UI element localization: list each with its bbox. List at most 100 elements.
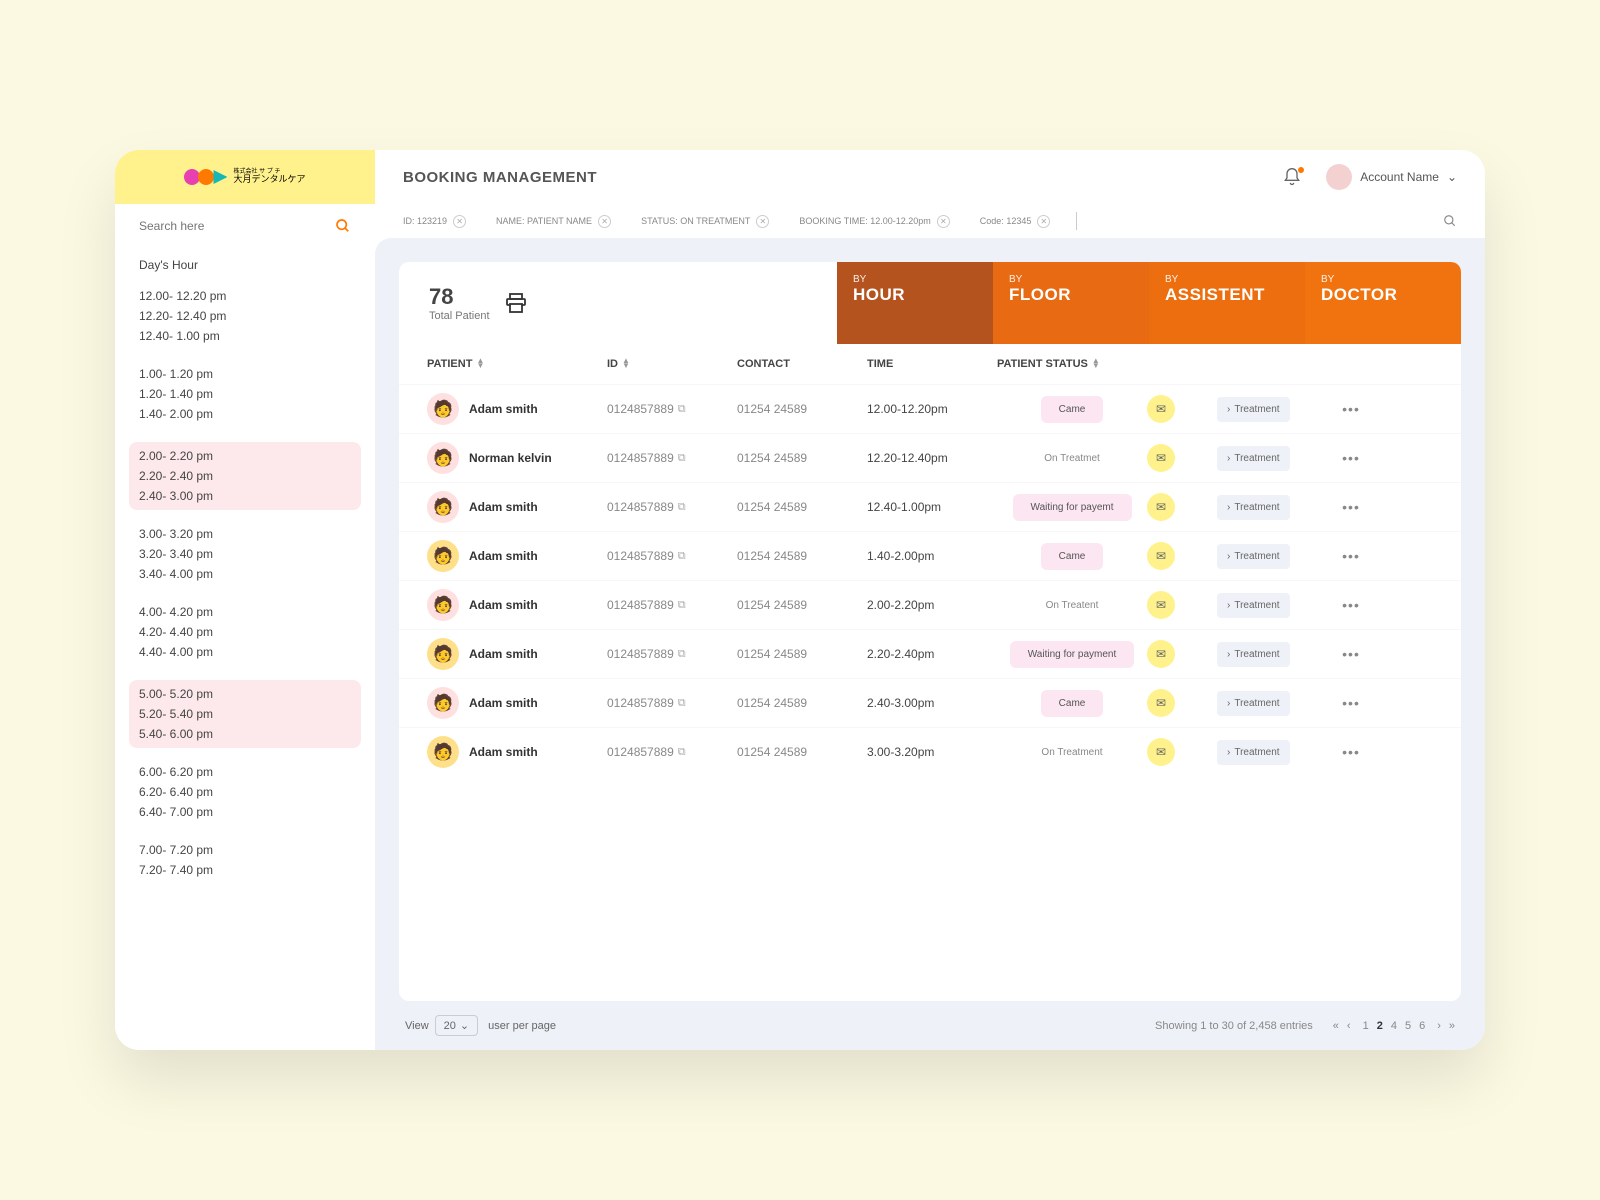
hour-slot[interactable]: 4.40- 4.00 pm xyxy=(139,642,351,662)
th-id[interactable]: ID▲▼ xyxy=(607,358,737,370)
per-page-select[interactable]: 20⌄ xyxy=(435,1015,478,1036)
pager-page[interactable]: 6 xyxy=(1419,1020,1425,1032)
hour-slot[interactable]: 7.20- 7.40 pm xyxy=(139,860,351,880)
mail-icon[interactable]: ✉ xyxy=(1147,493,1175,521)
print-icon[interactable] xyxy=(504,291,528,315)
more-icon[interactable]: ••• xyxy=(1327,499,1375,515)
copy-icon[interactable]: ⧉ xyxy=(678,550,686,563)
hour-slot[interactable]: 5.40- 6.00 pm xyxy=(139,724,351,744)
copy-icon[interactable]: ⧉ xyxy=(678,746,686,759)
tab-floor[interactable]: BYFLOOR xyxy=(993,262,1149,344)
cell-status: On Treatmet xyxy=(997,453,1147,464)
hour-slot[interactable]: 3.40- 4.00 pm xyxy=(139,564,351,584)
cell-id: 0124857889 ⧉ xyxy=(607,745,737,759)
search-input[interactable] xyxy=(139,219,335,233)
copy-icon[interactable]: ⧉ xyxy=(678,501,686,514)
pager-first-icon[interactable]: « xyxy=(1333,1020,1339,1032)
search-icon[interactable] xyxy=(335,218,351,234)
hour-group[interactable]: 3.00- 3.20 pm3.20- 3.40 pm3.40- 4.00 pm xyxy=(139,524,351,584)
treatment-button[interactable]: › Treatment xyxy=(1217,691,1290,716)
th-patient[interactable]: PATIENT▲▼ xyxy=(427,358,607,370)
chip-close-icon[interactable]: ✕ xyxy=(756,215,769,228)
hour-slot[interactable]: 2.00- 2.20 pm xyxy=(139,446,351,466)
logo[interactable]: 株式会社 サ プ チ 大月デンタルケア xyxy=(115,150,375,204)
more-icon[interactable]: ••• xyxy=(1327,646,1375,662)
hour-slot[interactable]: 5.00- 5.20 pm xyxy=(139,684,351,704)
hour-slot[interactable]: 3.20- 3.40 pm xyxy=(139,544,351,564)
th-status[interactable]: PATIENT STATUS▲▼ xyxy=(997,358,1147,370)
pager-page[interactable]: 2 xyxy=(1377,1020,1383,1032)
pager-next-icon[interactable]: › xyxy=(1437,1020,1441,1032)
bell-icon[interactable] xyxy=(1282,167,1302,187)
treatment-button[interactable]: › Treatment xyxy=(1217,544,1290,569)
patient-name: Adam smith xyxy=(469,745,538,759)
hour-slot[interactable]: 5.20- 5.40 pm xyxy=(139,704,351,724)
copy-icon[interactable]: ⧉ xyxy=(678,697,686,710)
copy-icon[interactable]: ⧉ xyxy=(678,599,686,612)
hour-slot[interactable]: 12.00- 12.20 pm xyxy=(139,286,351,306)
copy-icon[interactable]: ⧉ xyxy=(678,403,686,416)
hour-group[interactable]: 1.00- 1.20 pm1.20- 1.40 pm1.40- 2.00 pm xyxy=(139,364,351,424)
pager-last-icon[interactable]: » xyxy=(1449,1020,1455,1032)
hour-slot[interactable]: 2.20- 2.40 pm xyxy=(139,466,351,486)
copy-icon[interactable]: ⧉ xyxy=(678,648,686,661)
treatment-button[interactable]: › Treatment xyxy=(1217,495,1290,520)
treatment-button[interactable]: › Treatment xyxy=(1217,642,1290,667)
pager-prev-icon[interactable]: ‹ xyxy=(1347,1020,1351,1032)
hour-slot[interactable]: 1.40- 2.00 pm xyxy=(139,404,351,424)
hour-slot[interactable]: 4.20- 4.40 pm xyxy=(139,622,351,642)
treatment-button[interactable]: › Treatment xyxy=(1217,740,1290,765)
hour-group[interactable]: 5.00- 5.20 pm5.20- 5.40 pm5.40- 6.00 pm xyxy=(129,680,361,748)
th-contact: CONTACT xyxy=(737,358,867,370)
copy-icon[interactable]: ⧉ xyxy=(678,452,686,465)
cell-patient: 🧑 Adam smith xyxy=(427,491,607,523)
more-icon[interactable]: ••• xyxy=(1327,450,1375,466)
more-icon[interactable]: ••• xyxy=(1327,548,1375,564)
more-icon[interactable]: ••• xyxy=(1327,744,1375,760)
chip-close-icon[interactable]: ✕ xyxy=(1037,215,1050,228)
hour-slot[interactable]: 6.20- 6.40 pm xyxy=(139,782,351,802)
hour-slot[interactable]: 2.40- 3.00 pm xyxy=(139,486,351,506)
more-icon[interactable]: ••• xyxy=(1327,401,1375,417)
hour-group[interactable]: 6.00- 6.20 pm6.20- 6.40 pm6.40- 7.00 pm xyxy=(139,762,351,822)
pager-page[interactable]: 1 xyxy=(1363,1020,1369,1032)
hour-slot[interactable]: 4.00- 4.20 pm xyxy=(139,602,351,622)
pager-page[interactable]: 4 xyxy=(1391,1020,1397,1032)
hour-group[interactable]: 12.00- 12.20 pm12.20- 12.40 pm12.40- 1.0… xyxy=(139,286,351,346)
mail-icon[interactable]: ✉ xyxy=(1147,640,1175,668)
hour-slot[interactable]: 6.00- 6.20 pm xyxy=(139,762,351,782)
account-menu[interactable]: Account Name ⌄ xyxy=(1326,164,1457,190)
hour-slot[interactable]: 12.20- 12.40 pm xyxy=(139,306,351,326)
treatment-button[interactable]: › Treatment xyxy=(1217,397,1290,422)
mail-icon[interactable]: ✉ xyxy=(1147,542,1175,570)
filter-search-icon[interactable] xyxy=(1443,214,1457,228)
hour-group[interactable]: 2.00- 2.20 pm2.20- 2.40 pm2.40- 3.00 pm xyxy=(129,442,361,510)
tab-hour[interactable]: BYHOUR xyxy=(837,262,993,344)
mail-icon[interactable]: ✉ xyxy=(1147,591,1175,619)
treatment-button[interactable]: › Treatment xyxy=(1217,593,1290,618)
hour-slot[interactable]: 7.00- 7.20 pm xyxy=(139,840,351,860)
hour-slot[interactable]: 6.40- 7.00 pm xyxy=(139,802,351,822)
more-icon[interactable]: ••• xyxy=(1327,597,1375,613)
mail-icon[interactable]: ✉ xyxy=(1147,444,1175,472)
hour-slot[interactable]: 3.00- 3.20 pm xyxy=(139,524,351,544)
tab-assistent[interactable]: BYASSISTENT xyxy=(1149,262,1305,344)
hour-slot[interactable]: 12.40- 1.00 pm xyxy=(139,326,351,346)
hour-group[interactable]: 4.00- 4.20 pm4.20- 4.40 pm4.40- 4.00 pm xyxy=(139,602,351,662)
treatment-button[interactable]: › Treatment xyxy=(1217,446,1290,471)
chip-close-icon[interactable]: ✕ xyxy=(937,215,950,228)
tab-doctor[interactable]: BYDOCTOR xyxy=(1305,262,1461,344)
mail-icon[interactable]: ✉ xyxy=(1147,738,1175,766)
pager-page[interactable]: 5 xyxy=(1405,1020,1411,1032)
content: 78 Total Patient BYHOUR BYFLOOR BYASSIST… xyxy=(375,238,1485,1050)
hour-group[interactable]: 7.00- 7.20 pm7.20- 7.40 pm xyxy=(139,840,351,880)
mail-icon[interactable]: ✉ xyxy=(1147,689,1175,717)
mail-icon[interactable]: ✉ xyxy=(1147,395,1175,423)
more-icon[interactable]: ••• xyxy=(1327,695,1375,711)
hour-slot[interactable]: 1.20- 1.40 pm xyxy=(139,384,351,404)
chip-close-icon[interactable]: ✕ xyxy=(598,215,611,228)
table-row: 🧑 Adam smith 0124857889 ⧉ 01254 24589 1.… xyxy=(399,531,1461,580)
chip-close-icon[interactable]: ✕ xyxy=(453,215,466,228)
cell-contact: 01254 24589 xyxy=(737,598,867,612)
hour-slot[interactable]: 1.00- 1.20 pm xyxy=(139,364,351,384)
